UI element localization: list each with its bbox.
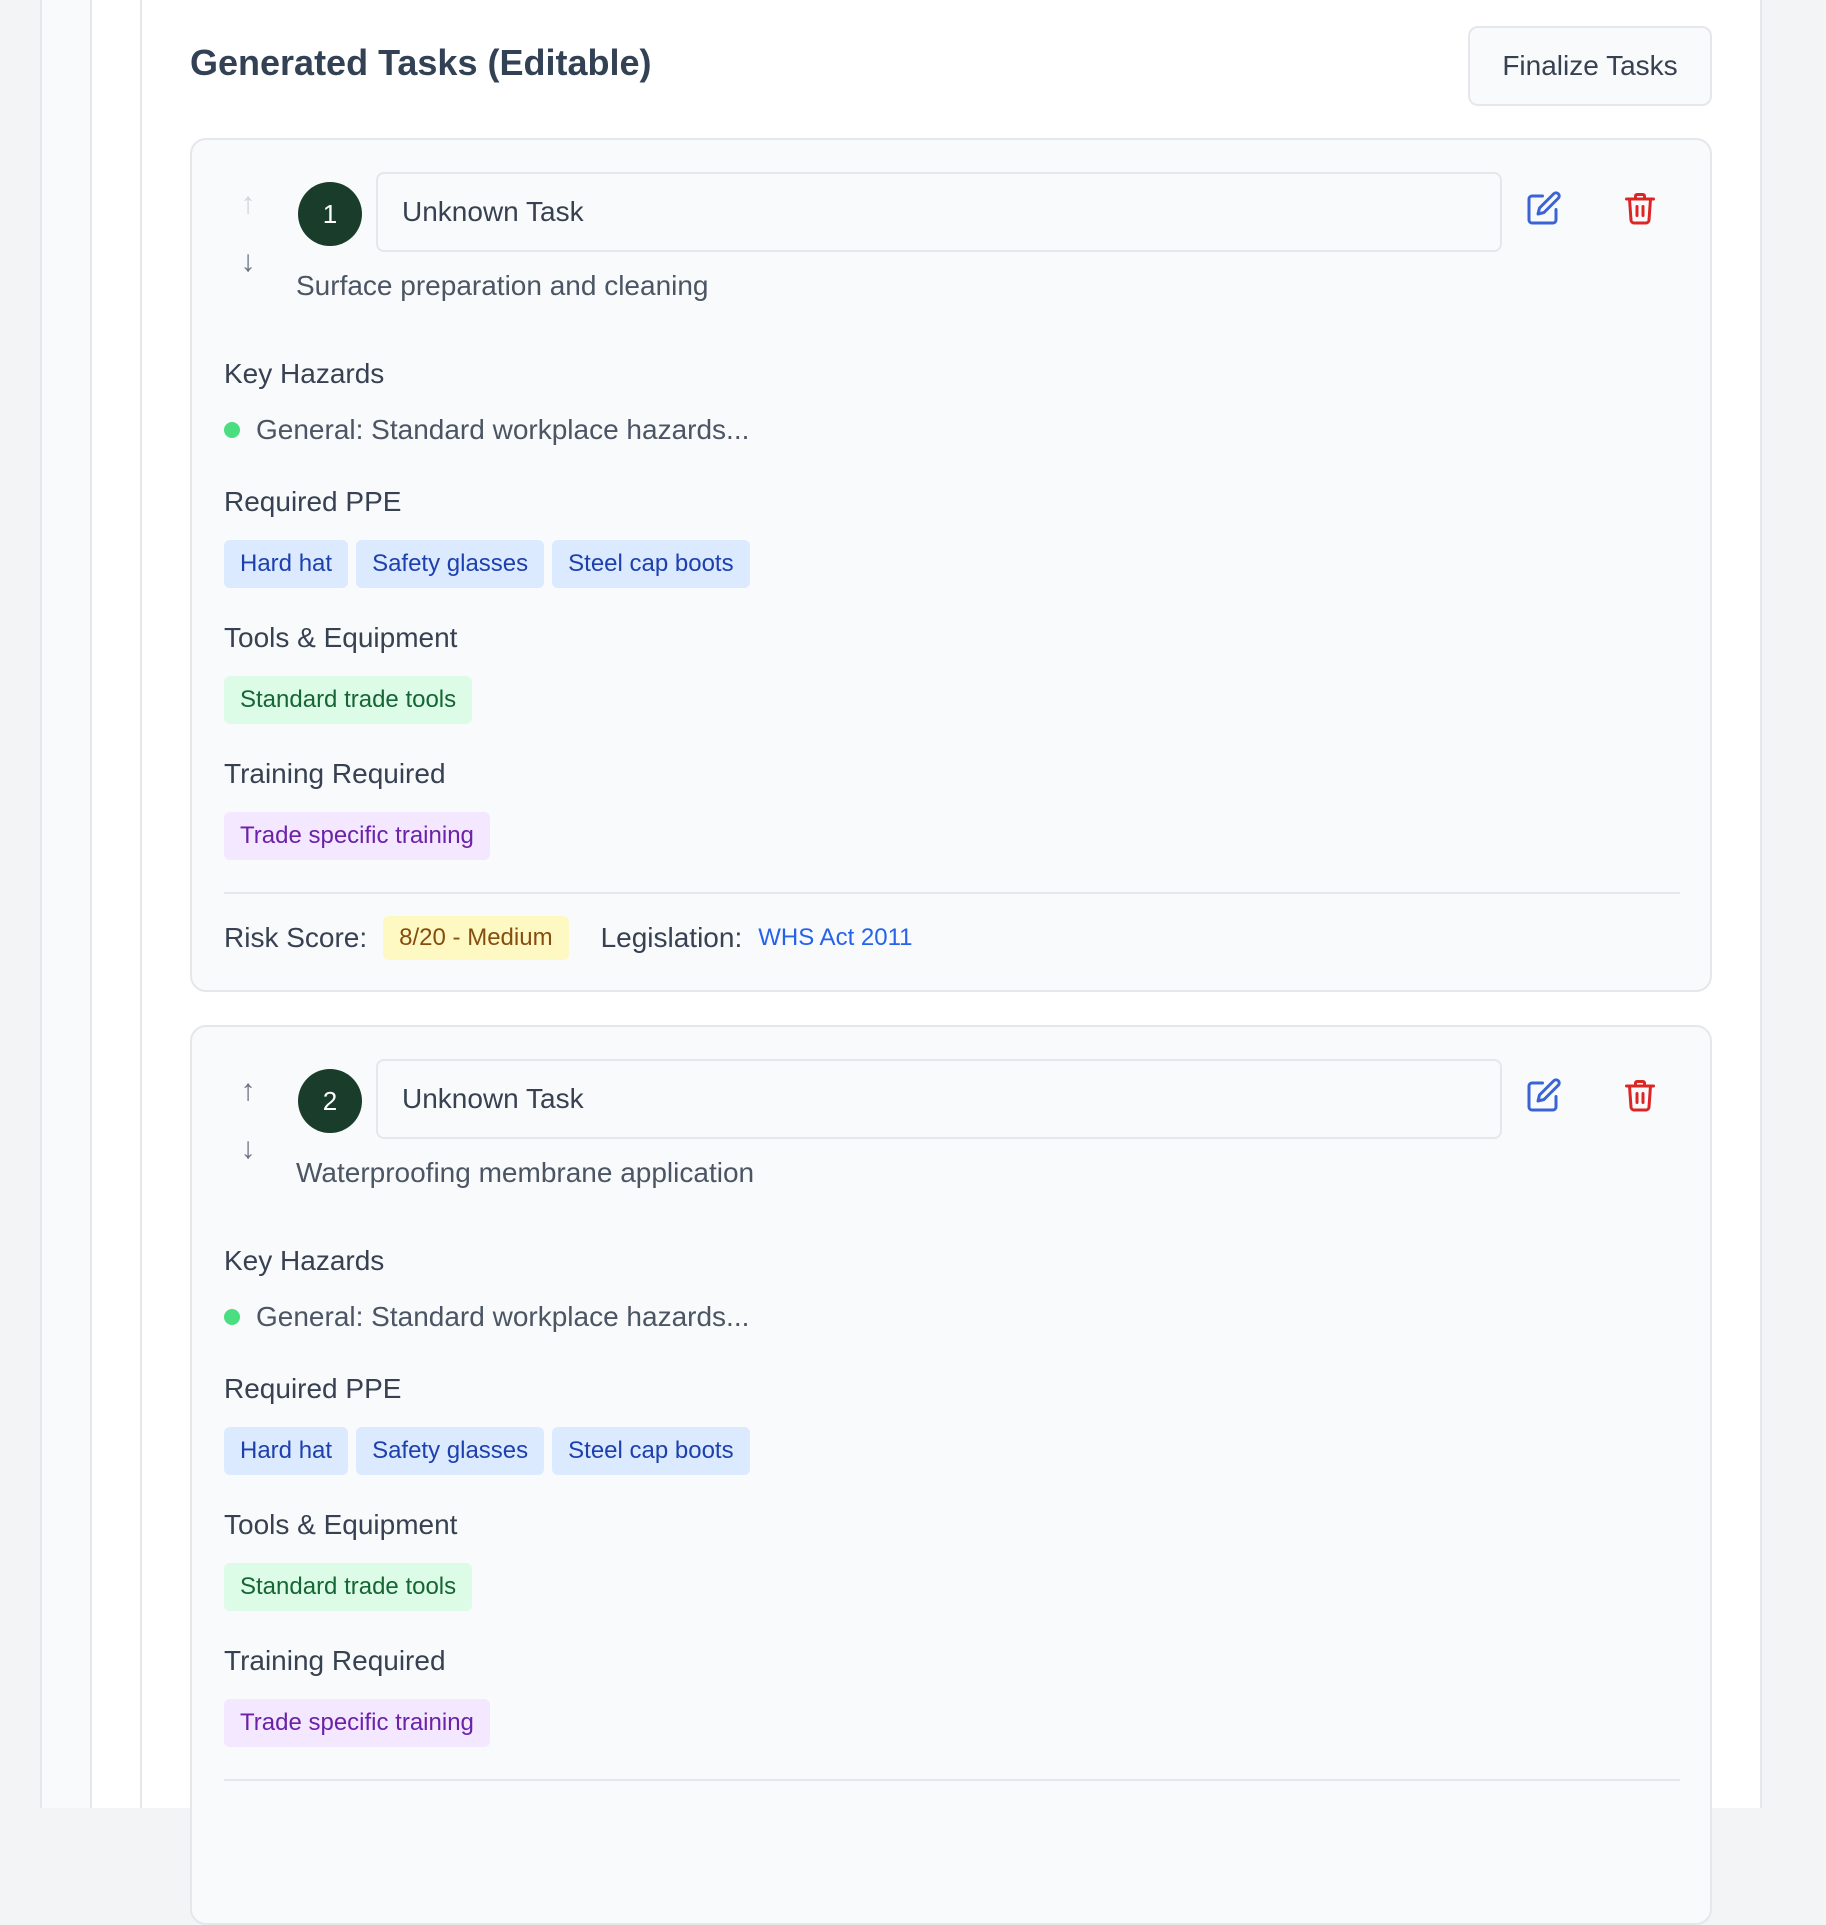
task-card: ↑ ↓ 2 Waterproofing membrane application… [190, 1025, 1712, 1925]
arrow-down-icon[interactable]: ↓ [232, 246, 264, 278]
ppe-chip: Safety glasses [356, 1427, 545, 1475]
training-chip-list: Trade specific training [224, 812, 490, 860]
training-chip-list: Trade specific training [224, 1699, 490, 1747]
hazard-dot-icon [224, 1309, 240, 1325]
task-number-badge: 1 [298, 182, 362, 246]
card-divider [224, 1779, 1680, 1781]
required-ppe-label: Required PPE [224, 486, 402, 517]
hazard-dot-icon [224, 422, 240, 438]
key-hazards-label: Key Hazards [224, 358, 385, 389]
task-description: Surface preparation and cleaning [296, 270, 709, 301]
key-hazards-label: Key Hazards [224, 1245, 385, 1276]
hazard-item: General: Standard workplace hazards... [224, 414, 749, 446]
tools-chip-list: Standard trade tools [224, 1563, 473, 1611]
finalize-tasks-button[interactable]: Finalize Tasks [1468, 26, 1712, 106]
training-label: Training Required [224, 758, 446, 789]
task-number-badge: 2 [298, 1069, 362, 1133]
section-title: Generated Tasks (Editable) [190, 42, 652, 83]
task-name-input[interactable] [376, 1059, 1502, 1139]
training-chip: Trade specific training [224, 1699, 490, 1747]
ppe-chip: Safety glasses [356, 540, 545, 588]
risk-legislation-row: Risk Score: 8/20 - Medium Legislation: W… [224, 916, 913, 960]
ppe-chip-list: Hard hat Safety glasses Steel cap boots [224, 540, 750, 588]
required-ppe-label: Required PPE [224, 1373, 402, 1404]
task-description: Waterproofing membrane application [296, 1157, 755, 1188]
legislation-link[interactable]: WHS Act 2011 [758, 924, 912, 952]
arrow-up-icon[interactable]: ↑ [232, 188, 264, 220]
ppe-chip-list: Hard hat Safety glasses Steel cap boots [224, 1427, 750, 1475]
arrow-down-icon[interactable]: ↓ [232, 1133, 264, 1165]
trash-icon[interactable] [1622, 190, 1658, 226]
hazard-text: General: Standard workplace hazards... [256, 1301, 750, 1332]
tool-chip: Standard trade tools [224, 676, 473, 724]
hazard-text: General: Standard workplace hazards... [256, 414, 750, 445]
ppe-chip: Steel cap boots [552, 540, 750, 588]
tools-chip-list: Standard trade tools [224, 676, 473, 724]
legislation-label: Legislation: [600, 922, 743, 953]
training-label: Training Required [224, 1645, 446, 1676]
task-name-input[interactable] [376, 172, 1502, 252]
edit-icon[interactable] [1526, 190, 1562, 226]
trash-icon[interactable] [1622, 1077, 1658, 1113]
tool-chip: Standard trade tools [224, 1563, 473, 1611]
task-card: ↑ ↓ 1 Surface preparation and cleaning K… [190, 138, 1712, 992]
ppe-chip: Hard hat [224, 1427, 349, 1475]
tools-label: Tools & Equipment [224, 1509, 458, 1540]
hazard-item: General: Standard workplace hazards... [224, 1301, 749, 1333]
tools-label: Tools & Equipment [224, 622, 458, 653]
ppe-chip: Hard hat [224, 540, 349, 588]
arrow-up-icon[interactable]: ↑ [232, 1075, 264, 1107]
training-chip: Trade specific training [224, 812, 490, 860]
edit-icon[interactable] [1526, 1077, 1562, 1113]
risk-score-badge: 8/20 - Medium [383, 916, 569, 960]
risk-score-label: Risk Score: [224, 922, 368, 953]
page-right-gutter [1762, 0, 1826, 1800]
card-divider [224, 892, 1680, 894]
ppe-chip: Steel cap boots [552, 1427, 750, 1475]
